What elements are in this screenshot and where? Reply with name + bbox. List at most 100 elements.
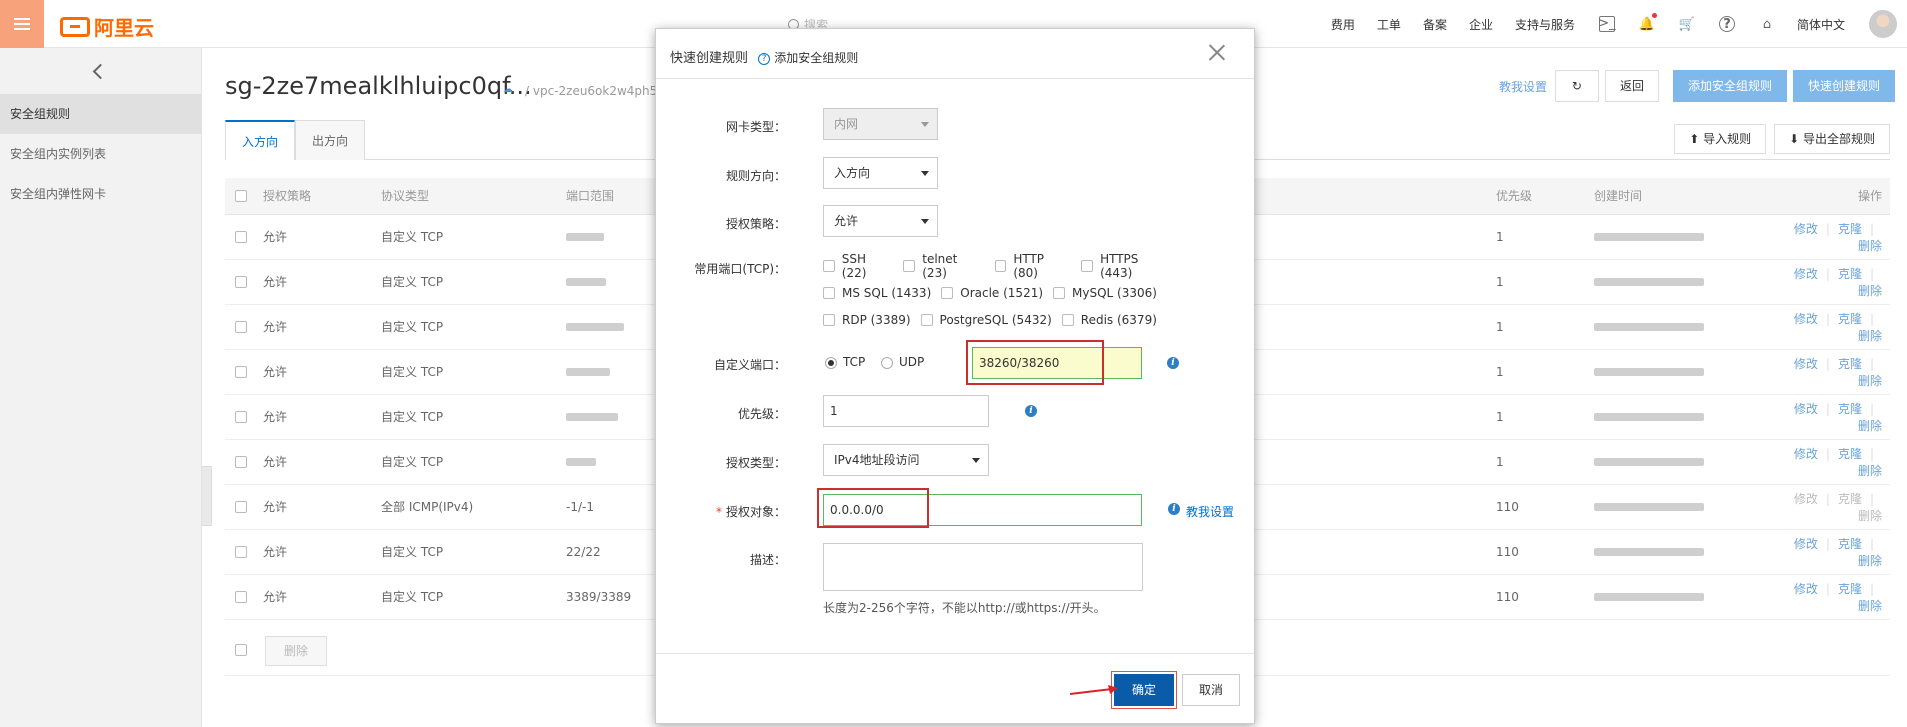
row-checkbox[interactable] — [235, 276, 247, 288]
port-checkbox[interactable] — [1081, 259, 1094, 272]
export-rules-button[interactable]: ⬇ 导出全部规则 — [1774, 124, 1890, 154]
direction-value: 入方向 — [834, 166, 871, 180]
port-checkbox[interactable] — [823, 286, 835, 299]
created-time-redacted — [1594, 322, 1704, 331]
row-priority: 1 — [1496, 259, 1594, 305]
clone-link[interactable]: 克隆 — [1838, 312, 1862, 326]
direction-select[interactable]: 入方向 — [823, 157, 938, 189]
info-icon[interactable]: i — [1167, 357, 1179, 369]
row-protocol: 自定义 TCP — [381, 349, 566, 395]
auth-obj-label: * 授权对象： — [656, 503, 786, 520]
highlight-box-auth — [817, 488, 929, 528]
row-policy: 允许 — [263, 439, 381, 485]
clone-link[interactable]: 克隆 — [1838, 357, 1862, 371]
port-checkbox[interactable] — [823, 259, 835, 272]
tab-outbound[interactable]: 出方向 — [295, 120, 366, 160]
policy-select[interactable]: 允许 — [823, 205, 938, 237]
delete-link[interactable]: 删除 — [1858, 374, 1882, 388]
edit-link[interactable]: 修改 — [1794, 582, 1818, 596]
help-icon[interactable]: ? — [758, 52, 771, 65]
description-textarea[interactable] — [823, 543, 1143, 591]
menu-icon[interactable] — [0, 0, 44, 48]
sidebar-item-instances[interactable]: 安全组内实例列表 — [0, 134, 201, 174]
clone-link[interactable]: 克隆 — [1838, 222, 1862, 236]
aliyun-logo-icon — [60, 16, 90, 37]
priority-input[interactable]: 1 — [823, 395, 989, 427]
row-checkbox[interactable] — [235, 321, 247, 333]
close-icon[interactable] — [1208, 43, 1226, 61]
auth-help-link[interactable]: 教我设置 — [1186, 503, 1234, 520]
row-checkbox[interactable] — [235, 411, 247, 423]
clone-link[interactable]: 克隆 — [1838, 447, 1862, 461]
port-checkbox[interactable] — [903, 259, 916, 272]
edit-link[interactable]: 修改 — [1794, 447, 1818, 461]
footer-select-checkbox[interactable] — [235, 644, 247, 656]
cancel-button[interactable]: 取消 — [1182, 674, 1240, 706]
edit-link[interactable]: 修改 — [1794, 267, 1818, 281]
row-checkbox[interactable] — [235, 231, 247, 243]
port-option-label: SSH (22) — [841, 251, 867, 280]
sidebar-item-enis[interactable]: 安全组内弹性网卡 — [0, 174, 201, 214]
delete-link[interactable]: 删除 — [1858, 554, 1882, 568]
clone-link[interactable]: 克隆 — [1838, 582, 1862, 596]
edit-link[interactable]: 修改 — [1794, 312, 1818, 326]
row-checkbox[interactable] — [235, 591, 247, 603]
info-icon[interactable]: i — [1025, 405, 1037, 417]
row-checkbox[interactable] — [235, 366, 247, 378]
sidebar-item-rules[interactable]: 安全组规则 — [0, 94, 201, 134]
row-protocol: 自定义 TCP — [381, 574, 566, 620]
highlight-box-port — [966, 340, 1104, 385]
batch-delete-button[interactable]: 删除 — [265, 636, 328, 666]
clone-link[interactable]: 克隆 — [1838, 537, 1862, 551]
brand-logo[interactable]: 阿里云 — [60, 12, 154, 41]
select-all-checkbox[interactable] — [235, 190, 247, 203]
sidebar-collapse-handle[interactable] — [202, 466, 212, 526]
tcp-radio[interactable]: TCP — [825, 355, 865, 369]
row-checkbox[interactable] — [235, 546, 247, 558]
port-row: RDP (3389) PostgreSQL (5432) Redis (6379) — [823, 306, 1183, 333]
udp-radio[interactable]: UDP — [881, 355, 924, 369]
tab-inbound[interactable]: 入方向 — [225, 120, 296, 160]
row-checkbox[interactable] — [235, 456, 247, 468]
delete-link[interactable]: 删除 — [1858, 239, 1882, 253]
delete-link[interactable]: 删除 — [1858, 599, 1882, 613]
modal-footer: 确定 取消 — [656, 653, 1254, 723]
row-policy: 允许 — [263, 394, 381, 440]
port-checkbox[interactable] — [994, 259, 1007, 272]
priority-label: 优先级： — [737, 407, 786, 421]
port-option-label: telnet (23) — [922, 251, 958, 280]
port-checkbox[interactable] — [823, 313, 835, 326]
row-protocol: 自定义 TCP — [381, 214, 566, 260]
port-checkbox[interactable] — [1053, 286, 1066, 299]
clone-link[interactable]: 克隆 — [1838, 402, 1862, 416]
row-priority: 110 — [1496, 484, 1594, 530]
import-rules-label: 导入规则 — [1703, 132, 1752, 146]
import-rules-button[interactable]: ⬆ 导入规则 — [1674, 124, 1767, 154]
sidebar-back[interactable] — [0, 48, 201, 94]
col-priority: 优先级 — [1496, 178, 1594, 215]
edit-link[interactable]: 修改 — [1794, 402, 1818, 416]
edit-link[interactable]: 修改 — [1794, 222, 1818, 236]
port-row: MS SQL (1433) Oracle (1521) MySQL (3306) — [823, 279, 1183, 306]
edit-link[interactable]: 修改 — [1794, 357, 1818, 371]
common-ports-label: 常用端口(TCP)： — [694, 262, 786, 276]
row-priority: 1 — [1496, 304, 1594, 350]
created-time-redacted — [1594, 547, 1704, 556]
port-option-label: HTTP (80) — [1013, 251, 1045, 280]
modal-subtitle[interactable]: 添加安全组规则 — [774, 51, 858, 65]
port-checkbox[interactable] — [941, 286, 954, 299]
quick-create-modal: 快速创建规则 ? 添加安全组规则 网卡类型： 内网 规则方向： 入方向 授权策略… — [655, 28, 1255, 724]
port-option-label: PostgreSQL (5432) — [939, 312, 1052, 327]
delete-link[interactable]: 删除 — [1858, 284, 1882, 298]
clone-link[interactable]: 克隆 — [1838, 267, 1862, 281]
auth-type-select[interactable]: IPv4地址段访问 — [823, 444, 989, 476]
created-time-redacted — [1594, 457, 1704, 466]
row-checkbox[interactable] — [235, 501, 247, 513]
row-policy: 允许 — [263, 574, 381, 620]
port-checkbox[interactable] — [920, 313, 933, 326]
delete-link[interactable]: 删除 — [1858, 329, 1882, 343]
edit-link[interactable]: 修改 — [1794, 537, 1818, 551]
delete-link[interactable]: 删除 — [1858, 464, 1882, 478]
port-checkbox[interactable] — [1061, 313, 1074, 326]
delete-link[interactable]: 删除 — [1858, 419, 1882, 433]
